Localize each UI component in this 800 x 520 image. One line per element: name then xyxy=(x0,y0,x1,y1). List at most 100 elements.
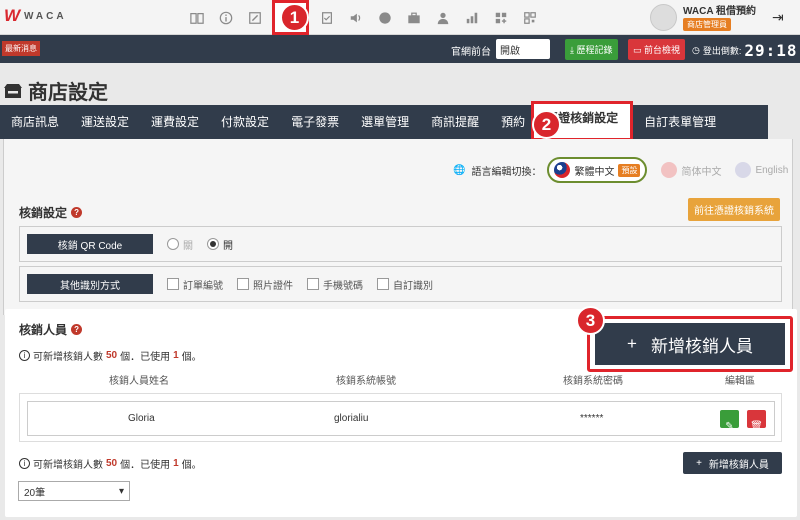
news-badge[interactable]: 最新消息 xyxy=(2,41,40,56)
column-header-edit: 編輯區 xyxy=(725,376,755,387)
checkbox-box xyxy=(167,278,179,290)
step-callout-3: 3 xyxy=(576,306,605,335)
logout-timer-label: 登出倒數: xyxy=(702,46,742,56)
title-area: 商店設定 xyxy=(0,63,800,105)
quota-used: 1 xyxy=(173,350,179,361)
qr-icon[interactable] xyxy=(515,0,544,35)
tab-menu-management[interactable]: 選單管理 xyxy=(350,105,420,139)
qr-off-radio[interactable]: 關 xyxy=(167,237,193,252)
language-switcher: 🌐 語言編輯切換： 繁體中文 預設 简体中文 English xyxy=(453,157,788,183)
default-badge: 預設 xyxy=(618,163,641,177)
add-staff-button-highlight: + 新增核銷人員 xyxy=(587,316,793,372)
language-label: 語言編輯切換： xyxy=(471,166,542,178)
tab-custom-forms[interactable]: 自訂表單管理 xyxy=(633,105,727,139)
tab-store-info[interactable]: 商店訊息 xyxy=(0,105,70,139)
language-active-label: 繁體中文 xyxy=(574,166,615,178)
tab-shipping[interactable]: 運送設定 xyxy=(70,105,140,139)
us-flag-icon xyxy=(735,162,752,178)
tab-shipping-fee[interactable]: 運費設定 xyxy=(140,105,210,139)
language-option-en[interactable]: English xyxy=(735,162,788,178)
staff-heading: 核銷人員 ? xyxy=(19,321,83,338)
page-size-value: 20筆 xyxy=(24,487,46,499)
photo-id-checkbox[interactable]: 照片證件 xyxy=(237,277,293,292)
tab-reservation[interactable]: 預約 xyxy=(490,105,531,139)
user-menu[interactable]: WACA 租借預約 商店管理員 xyxy=(650,4,756,31)
table-row: Gloria glorialiu ****** ✎ 🗑 xyxy=(19,393,782,442)
order-number-label: 訂單編號 xyxy=(183,280,223,292)
quota-used: 1 xyxy=(173,458,179,469)
go-verify-system-button[interactable]: 前往憑證核銷系統 xyxy=(688,198,780,221)
china-flag-icon xyxy=(661,162,678,178)
top-navbar: W WACA WACA 租借預約 商店管理員 ⇥ xyxy=(0,0,800,35)
add-staff-button-small[interactable]: + 新增核銷人員 xyxy=(683,452,782,474)
verify-settings-title: 核銷設定 xyxy=(19,206,68,220)
page-size-select[interactable]: 20筆 ▾ xyxy=(18,481,130,501)
edit-icon[interactable] xyxy=(240,0,269,35)
pencil-icon: ✎ xyxy=(725,421,734,432)
settings-tabs: 商店訊息 運送設定 運費設定 付款設定 電子發票 選單管理 商訊提醒 預約 憑證… xyxy=(0,101,768,141)
page-title: 商店設定 xyxy=(4,76,108,105)
phone-number-label: 手機號碼 xyxy=(323,280,363,292)
logo-text: WACA xyxy=(24,10,67,22)
custom-id-checkbox[interactable]: 自訂識別 xyxy=(377,277,433,292)
site-status-label: 官網前台 xyxy=(451,47,491,58)
staff-account-cell: glorialiu xyxy=(334,413,369,424)
checkbox-box xyxy=(237,278,249,290)
grid-plus-icon[interactable] xyxy=(486,0,515,35)
history-button[interactable]: ⤓ 歷程記錄 xyxy=(565,39,618,60)
tab-notifications[interactable]: 商訊提醒 xyxy=(420,105,490,139)
trash-icon: 🗑 xyxy=(750,421,763,432)
staff-name-cell: Gloria xyxy=(128,413,155,424)
language-option-zh-cn-label: 简体中文 xyxy=(681,166,722,178)
tab-payment[interactable]: 付款設定 xyxy=(210,105,280,139)
person-icon[interactable] xyxy=(428,0,457,35)
store-icon xyxy=(4,83,22,98)
briefcase-icon[interactable] xyxy=(399,0,428,35)
order-number-checkbox[interactable]: 訂單編號 xyxy=(167,277,223,292)
language-option-en-label: English xyxy=(755,164,789,176)
logout-timer-value: 29:18 xyxy=(744,41,798,60)
help-icon[interactable]: ? xyxy=(71,324,83,335)
photo-id-label: 照片證件 xyxy=(253,280,293,292)
staff-quota-info: i 可新增核銷人數 50 個．已使用 1 個。 xyxy=(19,348,202,363)
quota-text-pre: 可新增核銷人數 xyxy=(33,460,103,471)
quota-text-post: 個。 xyxy=(181,352,202,363)
info-icon: i xyxy=(19,458,30,469)
plus-icon: + xyxy=(627,334,637,353)
checklist-icon[interactable] xyxy=(312,0,341,35)
qr-on-label: 開 xyxy=(223,240,233,252)
staff-quota-info-bottom: i 可新增核銷人數 50 個．已使用 1 個。 xyxy=(19,456,202,471)
radio-circle xyxy=(167,238,179,250)
status-bar: 最新消息 官網前台 開啟 ⤓ 歷程記錄 ▭ 前台檢視 ◷ 登出倒數: 29:18 xyxy=(0,35,800,63)
info-icon[interactable] xyxy=(211,0,240,35)
avatar xyxy=(650,4,677,31)
language-option-zh-cn[interactable]: 简体中文 xyxy=(661,162,721,178)
user-name: WACA 租借預約 xyxy=(683,5,756,17)
language-option-zh-tw[interactable]: 繁體中文 預設 xyxy=(547,157,648,183)
tab-e-invoice[interactable]: 電子發票 xyxy=(280,105,350,139)
staff-password-cell: ****** xyxy=(580,413,604,424)
preview-button[interactable]: ▭ 前台檢視 xyxy=(628,39,686,60)
add-staff-button[interactable]: + 新增核銷人員 xyxy=(595,323,785,365)
site-status-select[interactable]: 開啟 xyxy=(496,39,550,59)
step-callout-2: 2 xyxy=(532,110,561,139)
table-row-inner: Gloria glorialiu ****** ✎ 🗑 xyxy=(27,401,775,436)
custom-id-label: 自訂識別 xyxy=(393,280,433,292)
delete-staff-button[interactable]: 🗑 xyxy=(747,410,766,432)
step-callout-1: 1 xyxy=(280,3,309,32)
add-staff-button-small-label: 新增核銷人員 xyxy=(708,459,769,471)
logo-mark: W xyxy=(4,6,20,25)
bar-chart-icon[interactable] xyxy=(457,0,486,35)
user-role-badge: 商店管理員 xyxy=(683,17,731,31)
speaker-icon[interactable] xyxy=(341,0,370,35)
edit-staff-button[interactable]: ✎ xyxy=(720,410,739,432)
book-icon[interactable] xyxy=(182,0,211,35)
help-icon[interactable]: ? xyxy=(71,207,83,218)
taiwan-flag-icon xyxy=(554,162,571,178)
radio-circle-selected xyxy=(207,238,219,250)
qr-on-radio[interactable]: 開 xyxy=(207,237,233,252)
logout-icon[interactable]: ⇥ xyxy=(772,9,784,26)
waca-logo[interactable]: W WACA xyxy=(4,6,67,26)
badge-icon[interactable] xyxy=(370,0,399,35)
phone-number-checkbox[interactable]: 手機號碼 xyxy=(307,277,363,292)
